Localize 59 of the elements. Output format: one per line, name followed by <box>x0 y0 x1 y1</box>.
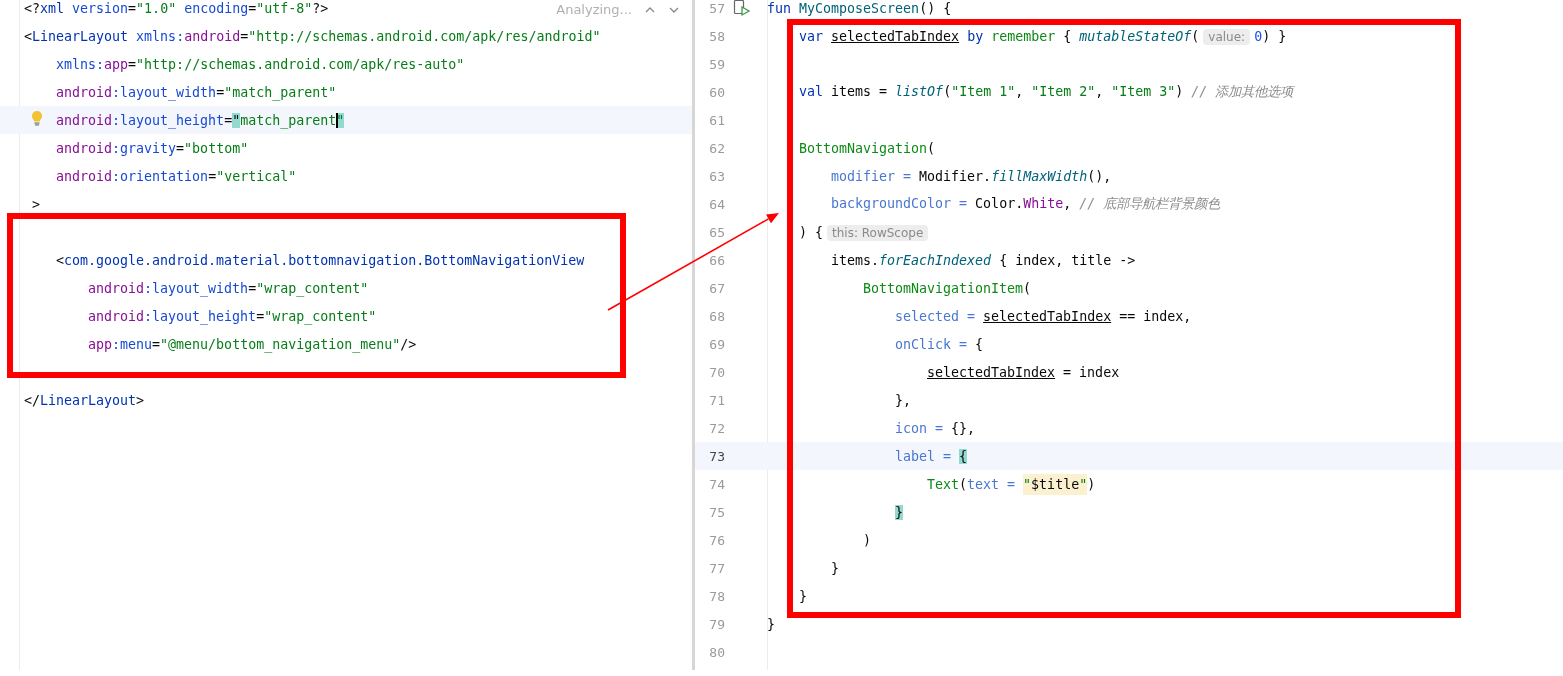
code-line: fun MyComposeScreen() { <box>767 0 952 16</box>
code-line: > <box>31 196 40 212</box>
code-line: <?xml version="1.0" encoding="utf-8"?> <box>24 0 329 16</box>
line-number: 65 <box>708 224 726 240</box>
code-line: BottomNavigationItem( <box>863 280 1032 296</box>
line-number: 67 <box>708 280 726 296</box>
code-line: backgroundColor = Color.White, // 底部导航栏背景颜色 <box>831 195 1221 213</box>
line-number: 59 <box>708 56 726 72</box>
code-line: items.forEachIndexed { index, title -> <box>831 252 1136 268</box>
code-line: label = { <box>895 448 968 464</box>
line-number: 64 <box>708 196 726 212</box>
code-line: val items = listOf("Item 1", "Item 2", "Item 3") // 添加其他选项 <box>799 83 1294 101</box>
analyzing-status: Analyzing... <box>556 2 632 17</box>
line-number: 60 <box>708 84 726 100</box>
line-number: 77 <box>708 560 726 576</box>
code-line: var selectedTabIndex by remember { mutableStateOf( value: 0) } <box>799 28 1287 44</box>
code-line: <com.google.android.material.bottomnavigation.BottomNavigationView <box>56 252 585 268</box>
code-line: modifier = Modifier.fillMaxWidth(), <box>831 168 1112 184</box>
code-line: <LinearLayout xmlns:android="http://schemas.android.com/apk/res/android" <box>24 28 601 44</box>
line-number: 70 <box>708 364 726 380</box>
code-line: } <box>831 560 839 576</box>
code-line: android:gravity="bottom" <box>56 140 249 156</box>
code-line: selectedTabIndex = index <box>927 364 1120 380</box>
line-number: 68 <box>708 308 726 324</box>
line-number: 79 <box>708 616 726 632</box>
code-line: selected = selectedTabIndex == index, <box>895 308 1192 324</box>
line-number: 72 <box>708 420 726 436</box>
code-line: BottomNavigation( <box>799 140 936 156</box>
code-line: </LinearLayout> <box>24 392 145 408</box>
code-line: icon = {}, <box>895 420 976 436</box>
line-number: 71 <box>708 392 726 408</box>
line-number: 74 <box>708 476 726 492</box>
line-number: 62 <box>708 140 726 156</box>
code-line: onClick = { <box>895 336 984 352</box>
line-number: 66 <box>708 252 726 268</box>
code-line: xmlns:app="http://schemas.android.com/apk/res-auto" <box>56 56 465 72</box>
line-number: 78 <box>708 588 726 604</box>
line-number: 73 <box>708 448 726 464</box>
line-number: 57 <box>708 0 726 16</box>
line-number: 69 <box>708 336 726 352</box>
line-number: 75 <box>708 504 726 520</box>
code-line: android:layout_height="wrap_content" <box>88 308 377 324</box>
code-line: } <box>799 588 807 604</box>
line-number: 61 <box>708 112 726 128</box>
lightbulb-icon[interactable] <box>31 110 43 126</box>
code-line: android:layout_width="match_parent" <box>56 84 337 100</box>
code-line: app:menu="@menu/bottom_navigation_menu"/> <box>88 336 417 352</box>
line-number: 58 <box>708 28 726 44</box>
line-number: 80 <box>708 644 726 660</box>
code-line: ) <box>863 532 871 548</box>
code-line: Text(text = "$title") <box>927 476 1096 492</box>
code-line: } <box>767 616 775 632</box>
code-line: }, <box>895 392 911 408</box>
code-line: android:layout_height="match_parent" <box>56 112 345 128</box>
code-line: android:layout_width="wrap_content" <box>88 280 369 296</box>
code-line: android:orientation="vertical" <box>56 168 297 184</box>
line-number: 63 <box>708 168 726 184</box>
run-icon[interactable] <box>733 0 751 17</box>
line-number: 76 <box>708 532 726 548</box>
